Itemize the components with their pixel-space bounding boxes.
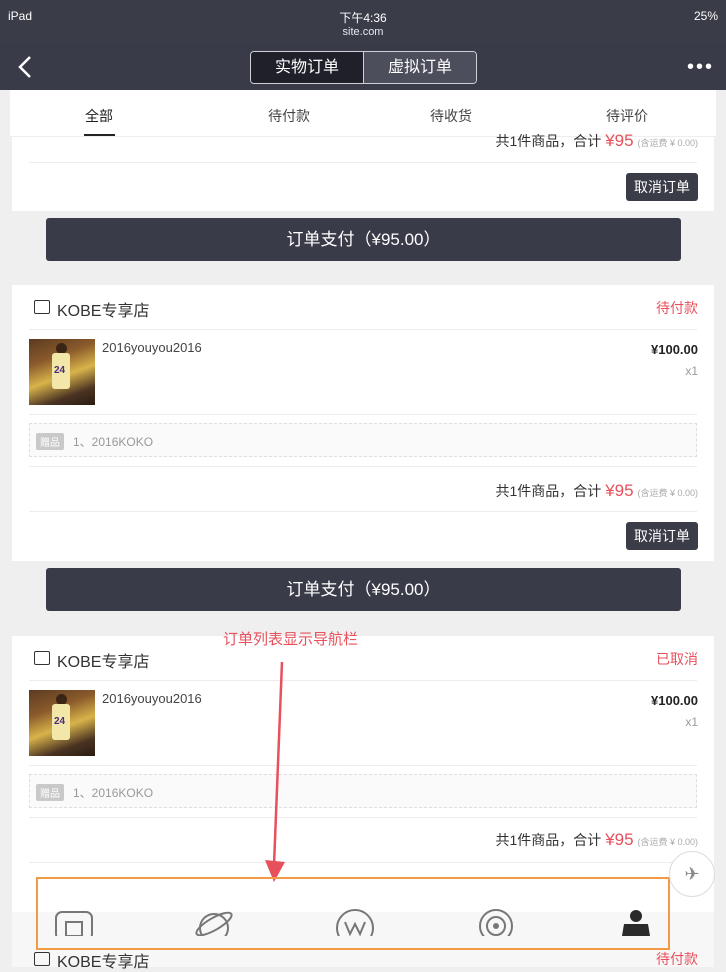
gift-text: 1、2016KOKO [73,786,154,800]
product-image[interactable]: 24 [29,690,95,756]
product-image[interactable]: 24 [29,339,95,405]
back-to-top-rocket-icon[interactable]: ✈ [669,851,715,897]
product-name[interactable]: 2016youyou2016 [102,340,202,355]
url-label: site.com [342,26,384,38]
back-arrow-icon[interactable] [14,54,38,80]
tab-all[interactable]: 全部 [49,106,149,126]
annotation-arrow [265,661,285,882]
tab-pending-receipt[interactable]: 待收货 [401,106,501,126]
store-name[interactable]: KOBE专享店 [57,948,149,972]
order-summary: 共1件商品，合计 ¥95 (含运费 ¥ 0.00) [495,481,698,500]
summary-amount: ¥95 [605,481,634,500]
shipping-note: (含运费 ¥ 0.00) [637,837,698,847]
store-icon [34,651,50,665]
gift-row: 赠品 1、2016KOKO [29,774,697,808]
order-card: KOBE专享店 待付款 24 2016youyou2016 ¥100.00 x1… [12,285,714,561]
highlight-box [36,877,670,950]
order-type-segment: 实物订单 虚拟订单 [250,51,477,84]
status-time: 下午4:36 [339,11,387,25]
store-icon [34,300,50,314]
segment-physical-orders[interactable]: 实物订单 [251,52,363,83]
gift-tag: 赠品 [36,784,64,801]
cancel-order-button[interactable]: 取消订单 [626,522,698,550]
annotation-label: 订单列表显示导航栏 [223,631,359,648]
order-card-partial: 共1件商品，合计 ¥95 (含运费 ¥ 0.00) 取消订单 [12,131,714,211]
order-status-tabs: 全部 待付款 待收货 待评价 [10,90,716,137]
summary-amount: ¥95 [605,131,634,150]
nav-bar: 实物订单 虚拟订单 ••• [0,44,726,90]
tab-pending-payment[interactable]: 待付款 [239,106,339,126]
store-name[interactable]: KOBE专享店 [57,297,149,321]
segment-virtual-orders[interactable]: 虚拟订单 [363,52,476,83]
order-status: 已取消 [656,651,698,667]
product-price: ¥100.00 [651,693,698,708]
order-summary: 共1件商品，合计 ¥95 (含运费 ¥ 0.00) [495,131,698,150]
pay-order-button[interactable]: 订单支付（¥95.00） [46,218,681,261]
store-name[interactable]: KOBE专享店 [57,648,149,672]
order-status: 待付款 [656,951,698,967]
order-summary: 共1件商品，合计 ¥95 (含运费 ¥ 0.00) [495,830,698,849]
shipping-note: (含运费 ¥ 0.00) [637,488,698,498]
more-options-icon[interactable]: ••• [687,56,714,79]
cancel-order-button[interactable]: 取消订单 [626,173,698,201]
order-card: KOBE专享店 已取消 24 2016youyou2016 ¥100.00 x1… [12,636,714,912]
gift-tag: 赠品 [36,433,64,450]
product-price: ¥100.00 [651,342,698,357]
active-tab-indicator [84,134,115,136]
gift-row: 赠品 1、2016KOKO [29,423,697,457]
tab-pending-review[interactable]: 待评价 [577,106,677,126]
order-status: 待付款 [656,300,698,316]
status-bar: iPad 下午4:36 site.com 25% [0,0,726,44]
store-icon [34,952,50,966]
pay-order-button[interactable]: 订单支付（¥95.00） [46,568,681,611]
shipping-note: (含运费 ¥ 0.00) [637,138,698,148]
product-name[interactable]: 2016youyou2016 [102,691,202,706]
battery-label: 25% [693,9,718,23]
product-qty: x1 [685,715,698,729]
summary-amount: ¥95 [605,830,634,849]
gift-text: 1、2016KOKO [73,435,154,449]
product-qty: x1 [685,364,698,378]
